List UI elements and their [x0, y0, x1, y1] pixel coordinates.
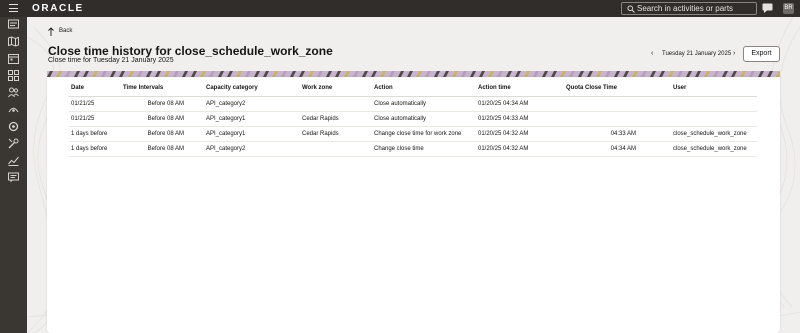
column-header-user[interactable]: User — [671, 81, 757, 97]
sidebar — [0, 17, 27, 333]
cell-user: close_schedule_work_zone — [671, 141, 757, 157]
page-subtitle: Close time for Tuesday 21 January 2025 — [48, 57, 174, 64]
cell-date: 1 days before — [69, 141, 121, 157]
current-date-label: Tuesday 21 January 2025 — [662, 51, 732, 57]
cell-action: Close automatically — [372, 96, 476, 112]
cell-action-time: 01/20/25 04:32 AM — [476, 126, 564, 142]
cell-quota-close-time: 04:33 AM — [564, 126, 671, 142]
cell-action-time: 01/20/25 04:34 AM — [476, 96, 564, 112]
cell-action-time: 01/20/25 04:32 AM — [476, 141, 564, 157]
cell-date: 01/21/25 — [69, 96, 121, 112]
cell-quota-close-time — [564, 96, 671, 112]
cell-capacity-category: API_category1 — [204, 111, 300, 127]
table-header-row: Date Time Intervals Capacity category Wo… — [69, 81, 757, 97]
search-input[interactable]: Search in activities or parts — [621, 2, 757, 15]
column-header-action[interactable]: Action — [372, 81, 476, 97]
cell-capacity-category: API_category2 — [204, 141, 300, 157]
arrow-up-icon — [48, 27, 54, 36]
previous-date-button[interactable]: ‹ — [651, 50, 656, 58]
oracle-logo: ORACLE — [32, 3, 84, 14]
settings-icon[interactable] — [8, 121, 19, 132]
search-placeholder: Search in activities or parts — [637, 4, 734, 13]
table-row[interactable]: 1 days before Before 08 AM API_category1… — [69, 126, 757, 142]
cell-time-interval: Before 08 AM — [121, 126, 204, 142]
cell-time-interval: Before 08 AM — [121, 111, 204, 127]
history-panel: Date Time Intervals Capacity category Wo… — [47, 77, 780, 333]
hamburger-menu-icon[interactable] — [9, 4, 18, 12]
cell-work-zone: Cedar Rapids — [300, 111, 372, 127]
cell-capacity-category: API_category1 — [204, 126, 300, 142]
tools-icon[interactable] — [8, 138, 19, 149]
column-header-date[interactable]: Date — [69, 81, 121, 97]
people-icon[interactable] — [8, 87, 19, 98]
cell-user — [671, 111, 757, 127]
cell-capacity-category: API_category2 — [204, 96, 300, 112]
next-date-button[interactable]: › — [733, 50, 735, 58]
table-row[interactable]: 01/21/25 Before 08 AM API_category2 Clos… — [69, 96, 757, 112]
user-avatar[interactable]: BR — [783, 3, 794, 14]
column-header-work-zone[interactable]: Work zone — [300, 81, 372, 97]
map-icon[interactable] — [8, 36, 19, 47]
cell-user: close_schedule_work_zone — [671, 126, 757, 142]
cell-action: Change close time for work zone — [372, 126, 476, 142]
cell-work-zone — [300, 141, 372, 157]
cell-work-zone: Cedar Rapids — [300, 126, 372, 142]
cell-work-zone — [300, 96, 372, 112]
message-icon[interactable] — [8, 172, 19, 183]
column-header-action-time[interactable]: Action time — [476, 81, 564, 97]
cell-action: Change close time — [372, 141, 476, 157]
cell-user — [671, 96, 757, 112]
table-row[interactable]: 1 days before Before 08 AM API_category2… — [69, 141, 757, 157]
top-bar: ORACLE Search in activities or parts BR — [0, 0, 800, 17]
page-title: Close time history for close_schedule_wo… — [48, 44, 333, 58]
chat-icon[interactable] — [762, 3, 773, 13]
export-button[interactable]: Export — [743, 46, 780, 62]
cell-action-time: 01/20/25 04:33 AM — [476, 111, 564, 127]
cell-action: Close automatically — [372, 111, 476, 127]
cell-time-interval: Before 08 AM — [121, 141, 204, 157]
column-header-capacity-category[interactable]: Capacity category — [204, 81, 300, 97]
dashboard-icon[interactable] — [8, 19, 19, 30]
analytics-icon[interactable] — [8, 155, 19, 166]
history-table: Date Time Intervals Capacity category Wo… — [69, 81, 757, 157]
column-header-quota-close-time[interactable]: Quota Close Time — [564, 81, 671, 97]
column-header-time-intervals[interactable]: Time Intervals — [121, 81, 204, 97]
route-icon[interactable] — [8, 104, 19, 115]
cell-time-interval: Before 08 AM — [121, 96, 204, 112]
cell-quota-close-time — [564, 111, 671, 127]
search-icon — [627, 5, 635, 13]
cell-date: 01/21/25 — [69, 111, 121, 127]
calendar-icon[interactable] — [8, 53, 19, 64]
grid-icon[interactable] — [8, 70, 19, 81]
table-row[interactable]: 01/21/25 Before 08 AM API_category1 Ceda… — [69, 111, 757, 127]
cell-date: 1 days before — [69, 126, 121, 142]
back-label: Back — [59, 28, 73, 34]
cell-quota-close-time: 04:34 AM — [564, 141, 671, 157]
